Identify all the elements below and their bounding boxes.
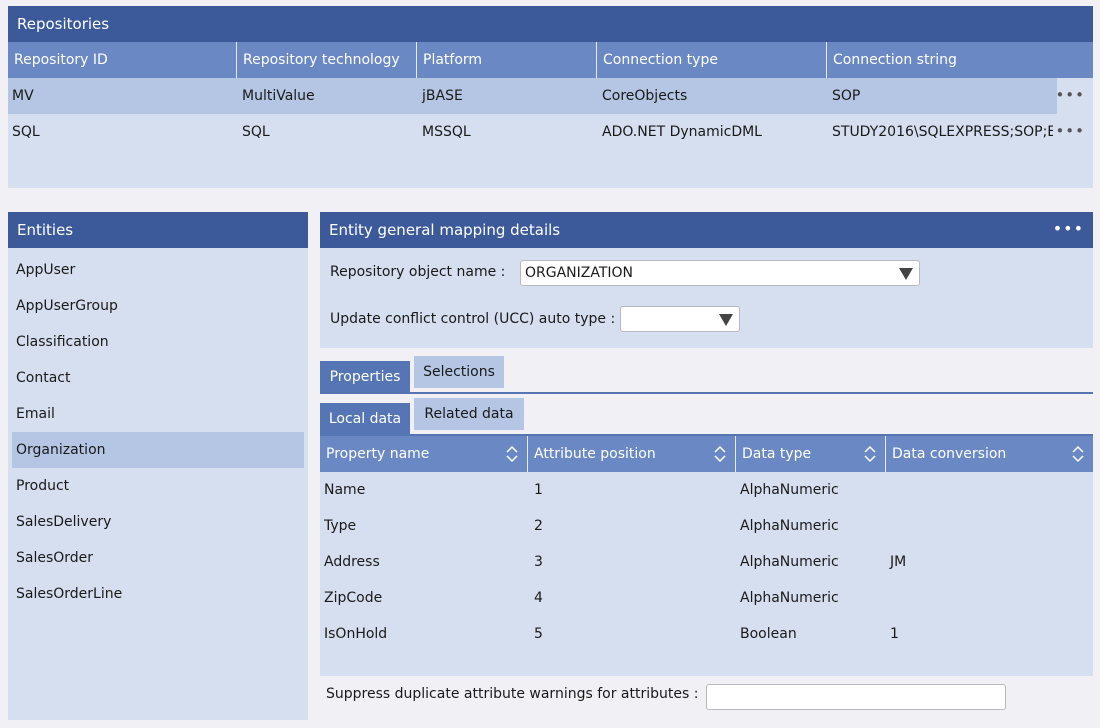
- table-row[interactable]: Name 1 AlphaNumeric: [320, 472, 1093, 508]
- entities-panel: Entities AppUser AppUserGroup Classifica…: [8, 212, 308, 720]
- column-header-data-conversion[interactable]: Data conversion: [886, 436, 1093, 472]
- tab-local-data[interactable]: Local data: [320, 403, 410, 435]
- entity-item-contact[interactable]: Contact: [8, 360, 308, 396]
- column-header-property-name[interactable]: Property name: [320, 436, 528, 472]
- data-type-cell: Boolean: [740, 626, 797, 642]
- connection-type-cell: ADO.NET DynamicDML: [602, 124, 762, 140]
- column-header-label: Property name: [326, 446, 430, 462]
- connection-type-cell: CoreObjects: [602, 88, 688, 104]
- repository-row-cells: MV MultiValue jBASE CoreObjects SOP: [8, 78, 1057, 114]
- properties-grid: Property name Attribute position Data ty…: [320, 436, 1093, 676]
- repo-object-label: Repository object name :: [330, 264, 506, 280]
- column-header-label: Attribute position: [534, 446, 656, 462]
- entities-title: Entities: [8, 212, 308, 248]
- column-header-attribute-position[interactable]: Attribute position: [528, 436, 736, 472]
- entity-item-salesorder[interactable]: SalesOrder: [8, 540, 308, 576]
- chevron-down-icon: [719, 314, 733, 326]
- data-type-cell: AlphaNumeric: [740, 554, 839, 570]
- mapping-details-title: Entity general mapping details: [329, 221, 561, 239]
- entities-list: AppUser AppUserGroup Classification Cont…: [8, 248, 308, 612]
- connection-string-cell: STUDY2016\SQLEXPRESS;SOP;EVT: [832, 124, 1053, 140]
- entity-item-product[interactable]: Product: [8, 468, 308, 504]
- column-header-connection-type[interactable]: Connection type: [597, 42, 827, 78]
- tab-related-data[interactable]: Related data: [414, 398, 524, 430]
- ellipsis-icon[interactable]: •••: [1053, 212, 1084, 248]
- suppress-warnings-input[interactable]: [706, 684, 1006, 710]
- property-name-cell: Name: [324, 482, 366, 498]
- connection-string-cell: SOP: [832, 88, 861, 104]
- table-row[interactable]: ZipCode 4 AlphaNumeric: [320, 580, 1093, 616]
- column-header-data-type[interactable]: Data type: [736, 436, 886, 472]
- table-row[interactable]: Address 3 AlphaNumeric JM: [320, 544, 1093, 580]
- column-header-connection-string[interactable]: Connection string: [827, 42, 1093, 78]
- mapping-details-panel: Entity general mapping details ••• Repos…: [320, 212, 1093, 348]
- repositories-title: Repositories: [8, 6, 1093, 42]
- entity-item-email[interactable]: Email: [8, 396, 308, 432]
- repository-row-cells: SQL SQL MSSQL ADO.NET DynamicDML STUDY20…: [8, 114, 1053, 150]
- repository-row-sql[interactable]: SQL SQL MSSQL ADO.NET DynamicDML STUDY20…: [8, 114, 1093, 150]
- tab-divider: [320, 392, 1093, 394]
- attribute-position-cell: 1: [534, 482, 543, 498]
- repository-id-cell: MV: [12, 88, 34, 104]
- data-conversion-cell: [886, 472, 1086, 508]
- attribute-position-cell: 3: [534, 554, 543, 570]
- repository-tech-cell: SQL: [242, 124, 270, 140]
- sort-icon[interactable]: [505, 445, 519, 463]
- column-header-repository-id[interactable]: Repository ID: [8, 42, 237, 78]
- ellipsis-icon[interactable]: •••: [1055, 114, 1085, 148]
- table-row[interactable]: Type 2 AlphaNumeric: [320, 508, 1093, 544]
- repositories-panel: Repositories Repository ID Repository te…: [8, 6, 1093, 188]
- repo-object-select[interactable]: ORGANIZATION: [520, 260, 920, 286]
- sort-icon[interactable]: [713, 445, 727, 463]
- data-type-cell: AlphaNumeric: [740, 590, 839, 606]
- column-header-label: Data conversion: [892, 446, 1007, 462]
- data-conversion-cell: 1: [890, 626, 899, 642]
- sort-icon[interactable]: [863, 445, 877, 463]
- properties-header-row: Property name Attribute position Data ty…: [320, 436, 1093, 472]
- chevron-down-icon: [899, 268, 913, 280]
- data-conversion-cell: [886, 508, 1086, 544]
- platform-cell: MSSQL: [422, 124, 471, 140]
- table-row[interactable]: IsOnHold 5 Boolean 1: [320, 616, 1093, 652]
- sort-icon[interactable]: [1071, 445, 1085, 463]
- attribute-position-cell: 4: [534, 590, 543, 606]
- platform-cell: jBASE: [422, 88, 463, 104]
- mapping-details-header: Entity general mapping details •••: [320, 212, 1093, 248]
- tab-properties[interactable]: Properties: [320, 361, 410, 393]
- repository-id-cell: SQL: [12, 124, 40, 140]
- property-name-cell: Address: [324, 554, 380, 570]
- repository-tech-cell: MultiValue: [242, 88, 315, 104]
- suppress-warnings-label: Suppress duplicate attribute warnings fo…: [326, 686, 699, 702]
- entity-item-appuser[interactable]: AppUser: [8, 252, 308, 288]
- entity-item-salesdelivery[interactable]: SalesDelivery: [8, 504, 308, 540]
- repositories-header-row: Repository ID Repository technology Plat…: [8, 42, 1093, 78]
- repository-row-mv[interactable]: MV MultiValue jBASE CoreObjects SOP •••: [8, 78, 1093, 114]
- ellipsis-icon[interactable]: •••: [1055, 78, 1085, 112]
- column-header-repository-technology[interactable]: Repository technology: [237, 42, 417, 78]
- entity-item-appusergroup[interactable]: AppUserGroup: [8, 288, 308, 324]
- repo-object-value: ORGANIZATION: [525, 265, 634, 281]
- tab-selections[interactable]: Selections: [414, 356, 504, 388]
- attribute-position-cell: 5: [534, 626, 543, 642]
- entity-item-classification[interactable]: Classification: [8, 324, 308, 360]
- property-name-cell: Type: [324, 518, 357, 534]
- property-name-cell: ZipCode: [324, 590, 383, 606]
- data-conversion-cell: JM: [890, 554, 907, 570]
- ucc-select[interactable]: [620, 306, 740, 332]
- column-header-platform[interactable]: Platform: [417, 42, 597, 78]
- ucc-label: Update conflict control (UCC) auto type …: [330, 311, 616, 327]
- property-name-cell: IsOnHold: [324, 626, 388, 642]
- entity-item-salesorderline[interactable]: SalesOrderLine: [8, 576, 308, 612]
- attribute-position-cell: 2: [534, 518, 543, 534]
- data-conversion-cell: [886, 580, 1086, 616]
- data-type-cell: AlphaNumeric: [740, 518, 839, 534]
- column-header-label: Data type: [742, 446, 812, 462]
- entity-item-organization[interactable]: Organization: [12, 432, 304, 468]
- data-type-cell: AlphaNumeric: [740, 482, 839, 498]
